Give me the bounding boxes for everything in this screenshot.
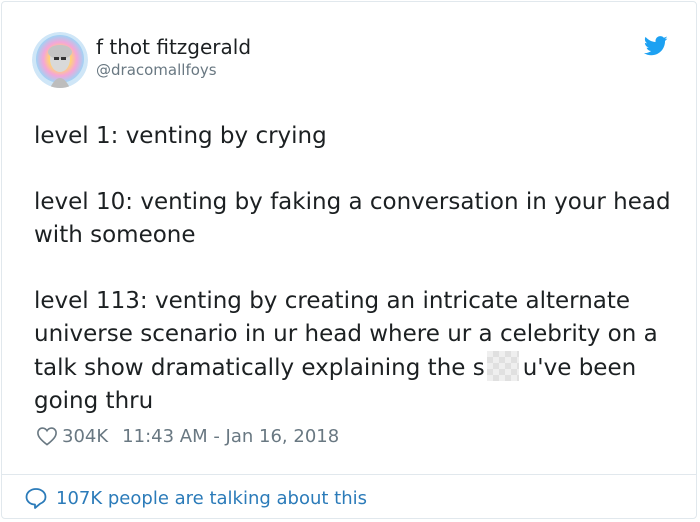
tweet-text: level 1: venting by crying level 10: ven… [34,120,674,418]
tweet-paragraph-2: level 10: venting by faking a conversati… [34,189,671,248]
avatar[interactable] [32,32,88,88]
speech-bubble-icon [25,488,47,509]
tweet-paragraph-1: level 1: venting by crying [34,123,327,149]
heart-icon[interactable] [36,426,58,446]
tweet-timestamp[interactable]: 11:43 AM - Jan 16, 2018 [122,426,339,447]
censor-mosaic [486,351,519,381]
conversation-count-text[interactable]: 107K people are talking about this [56,488,367,509]
tweet-card: f thot fitzgerald @dracomallfoys level 1… [1,1,697,519]
tweet-footer: 107K people are talking about this [2,474,696,518]
like-count[interactable]: 304K [62,426,108,447]
tweet-paragraph-3: level 113: venting by creating an intric… [34,285,674,418]
tweet-header: f thot fitzgerald @dracomallfoys [32,32,672,92]
author-display-name[interactable]: f thot fitzgerald [96,34,251,60]
twitter-bird-icon[interactable] [643,36,668,56]
author-handle[interactable]: @dracomallfoys [96,60,251,80]
author-names: f thot fitzgerald @dracomallfoys [96,34,251,80]
tweet-meta: 304K 11:43 AM - Jan 16, 2018 [36,423,339,449]
conversation-link[interactable]: 107K people are talking about this [24,487,367,509]
